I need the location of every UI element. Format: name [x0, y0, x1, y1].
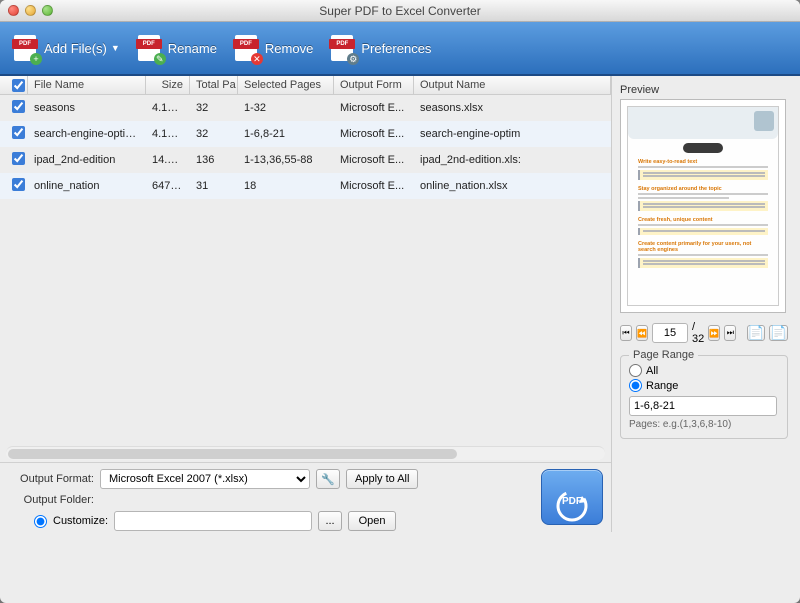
col-format[interactable]: Output Form [334, 76, 414, 94]
preview-label: Preview [620, 84, 788, 96]
col-size[interactable]: Size [146, 76, 190, 94]
cell-filename: seasons [28, 102, 146, 114]
cell-filename: search-engine-optim... [28, 128, 146, 140]
content-area: File Name Size Total Pa Selected Pages O… [0, 76, 800, 532]
pdf-remove-icon: PDF✕ [235, 35, 259, 61]
cell-total: 32 [190, 128, 238, 140]
cell-total: 32 [190, 102, 238, 114]
page-range-legend: Page Range [629, 349, 698, 361]
table-row[interactable]: seasons4.12 MB321-32Microsoft E...season… [0, 95, 611, 121]
prev-page-button[interactable]: ⏪ [636, 325, 648, 341]
insert-pages-button[interactable]: 📄 [769, 325, 788, 341]
app-window: Super PDF to Excel Converter PDF+ Add Fi… [0, 0, 800, 603]
pdf-add-icon: PDF+ [14, 35, 38, 61]
open-button[interactable]: Open [348, 511, 396, 531]
select-all-checkbox[interactable] [12, 79, 25, 92]
col-total[interactable]: Total Pa [190, 76, 238, 94]
page-nav: ⏮ ⏪ / 32 ⏩ ⏭ 📄 📄 [620, 321, 788, 345]
row-checkbox[interactable] [12, 126, 25, 139]
cell-format: Microsoft E... [334, 154, 414, 166]
table-header: File Name Size Total Pa Selected Pages O… [0, 76, 611, 95]
cell-selected: 1-6,8-21 [238, 128, 334, 140]
chevron-down-icon: ▼ [111, 43, 120, 53]
row-checkbox[interactable] [12, 178, 25, 191]
page-range-fieldset: Page Range All Range Pages: e.g.(1,3,6,8… [620, 355, 788, 439]
convert-button[interactable]: PDF [541, 469, 603, 525]
cell-size: 4.12 MB [146, 128, 190, 140]
cell-size: 14.08... [146, 154, 190, 166]
first-page-button[interactable]: ⏮ [620, 325, 632, 341]
pdf-rename-icon: PDF✎ [138, 35, 162, 61]
wrench-icon: 🔧 [321, 473, 335, 486]
table-row[interactable]: ipad_2nd-edition14.08...1361-13,36,55-88… [0, 147, 611, 173]
cell-format: Microsoft E... [334, 128, 414, 140]
cell-filename: online_nation [28, 180, 146, 192]
row-checkbox[interactable] [12, 152, 25, 165]
right-pane: Preview Write easy-to-read text Stay org… [612, 76, 800, 532]
customize-label: Customize: [53, 515, 108, 527]
remove-button[interactable]: PDF✕ Remove [235, 35, 313, 61]
cell-size: 647.9... [146, 180, 190, 192]
apply-to-all-button[interactable]: Apply to All [346, 469, 418, 489]
bottom-panel: Output Format: Microsoft Excel 2007 (*.x… [0, 462, 611, 532]
table-row[interactable]: search-engine-optim...4.12 MB321-6,8-21M… [0, 121, 611, 147]
extract-pages-button[interactable]: 📄 [747, 325, 766, 341]
horizontal-scrollbar[interactable] [6, 446, 605, 460]
rename-button[interactable]: PDF✎ Rename [138, 35, 217, 61]
toolbar: PDF+ Add File(s) ▼ PDF✎ Rename PDF✕ Remo… [0, 22, 800, 76]
convert-pdf-icon: PDF [554, 488, 590, 507]
window-title: Super PDF to Excel Converter [0, 4, 800, 18]
customize-path-input[interactable] [114, 511, 312, 531]
cell-format: Microsoft E... [334, 180, 414, 192]
cell-total: 136 [190, 154, 238, 166]
browse-button[interactable]: ... [318, 511, 342, 531]
cell-outname: ipad_2nd-edition.xls: [414, 154, 611, 166]
cell-format: Microsoft E... [334, 102, 414, 114]
page-in-icon: 📄 [770, 325, 787, 341]
preview-page: Write easy-to-read text Stay organized a… [627, 106, 779, 306]
output-format-select[interactable]: Microsoft Excel 2007 (*.xlsx) [100, 469, 310, 489]
preview-box: Write easy-to-read text Stay organized a… [620, 99, 786, 313]
cell-outname: online_nation.xlsx [414, 180, 611, 192]
customize-radio[interactable] [34, 515, 47, 528]
cell-total: 31 [190, 180, 238, 192]
pdf-preferences-icon: PDF⚙ [331, 35, 355, 61]
titlebar: Super PDF to Excel Converter [0, 0, 800, 22]
col-check[interactable] [0, 76, 28, 94]
settings-button[interactable]: 🔧 [316, 469, 340, 489]
last-page-button[interactable]: ⏭ [724, 325, 736, 341]
page-number-input[interactable] [652, 323, 688, 343]
table-body: seasons4.12 MB321-32Microsoft E...season… [0, 95, 611, 199]
output-format-label: Output Format: [8, 473, 94, 485]
range-range-radio[interactable] [629, 379, 642, 392]
next-page-button[interactable]: ⏩ [708, 325, 720, 341]
cell-filename: ipad_2nd-edition [28, 154, 146, 166]
col-selected[interactable]: Selected Pages [238, 76, 334, 94]
preferences-button[interactable]: PDF⚙ Preferences [331, 35, 431, 61]
table-row[interactable]: online_nation647.9...3118Microsoft E...o… [0, 173, 611, 199]
cell-selected: 1-13,36,55-88 [238, 154, 334, 166]
left-pane: File Name Size Total Pa Selected Pages O… [0, 76, 612, 532]
output-folder-label: Output Folder: [8, 494, 94, 506]
cell-size: 4.12 MB [146, 102, 190, 114]
preview-pill [683, 143, 723, 153]
range-all-radio[interactable] [629, 364, 642, 377]
page-out-icon: 📄 [748, 325, 765, 341]
row-checkbox[interactable] [12, 100, 25, 113]
page-total: / 32 [692, 321, 704, 345]
range-hint: Pages: e.g.(1,3,6,8-10) [629, 419, 779, 430]
range-input[interactable] [629, 396, 777, 416]
robot-icon [754, 111, 774, 131]
col-filename[interactable]: File Name [28, 76, 146, 94]
cell-selected: 1-32 [238, 102, 334, 114]
col-outname[interactable]: Output Name [414, 76, 611, 94]
cell-outname: seasons.xlsx [414, 102, 611, 114]
file-table: File Name Size Total Pa Selected Pages O… [0, 76, 611, 440]
cell-outname: search-engine-optim [414, 128, 611, 140]
add-files-button[interactable]: PDF+ Add File(s) ▼ [14, 35, 120, 61]
cell-selected: 18 [238, 180, 334, 192]
